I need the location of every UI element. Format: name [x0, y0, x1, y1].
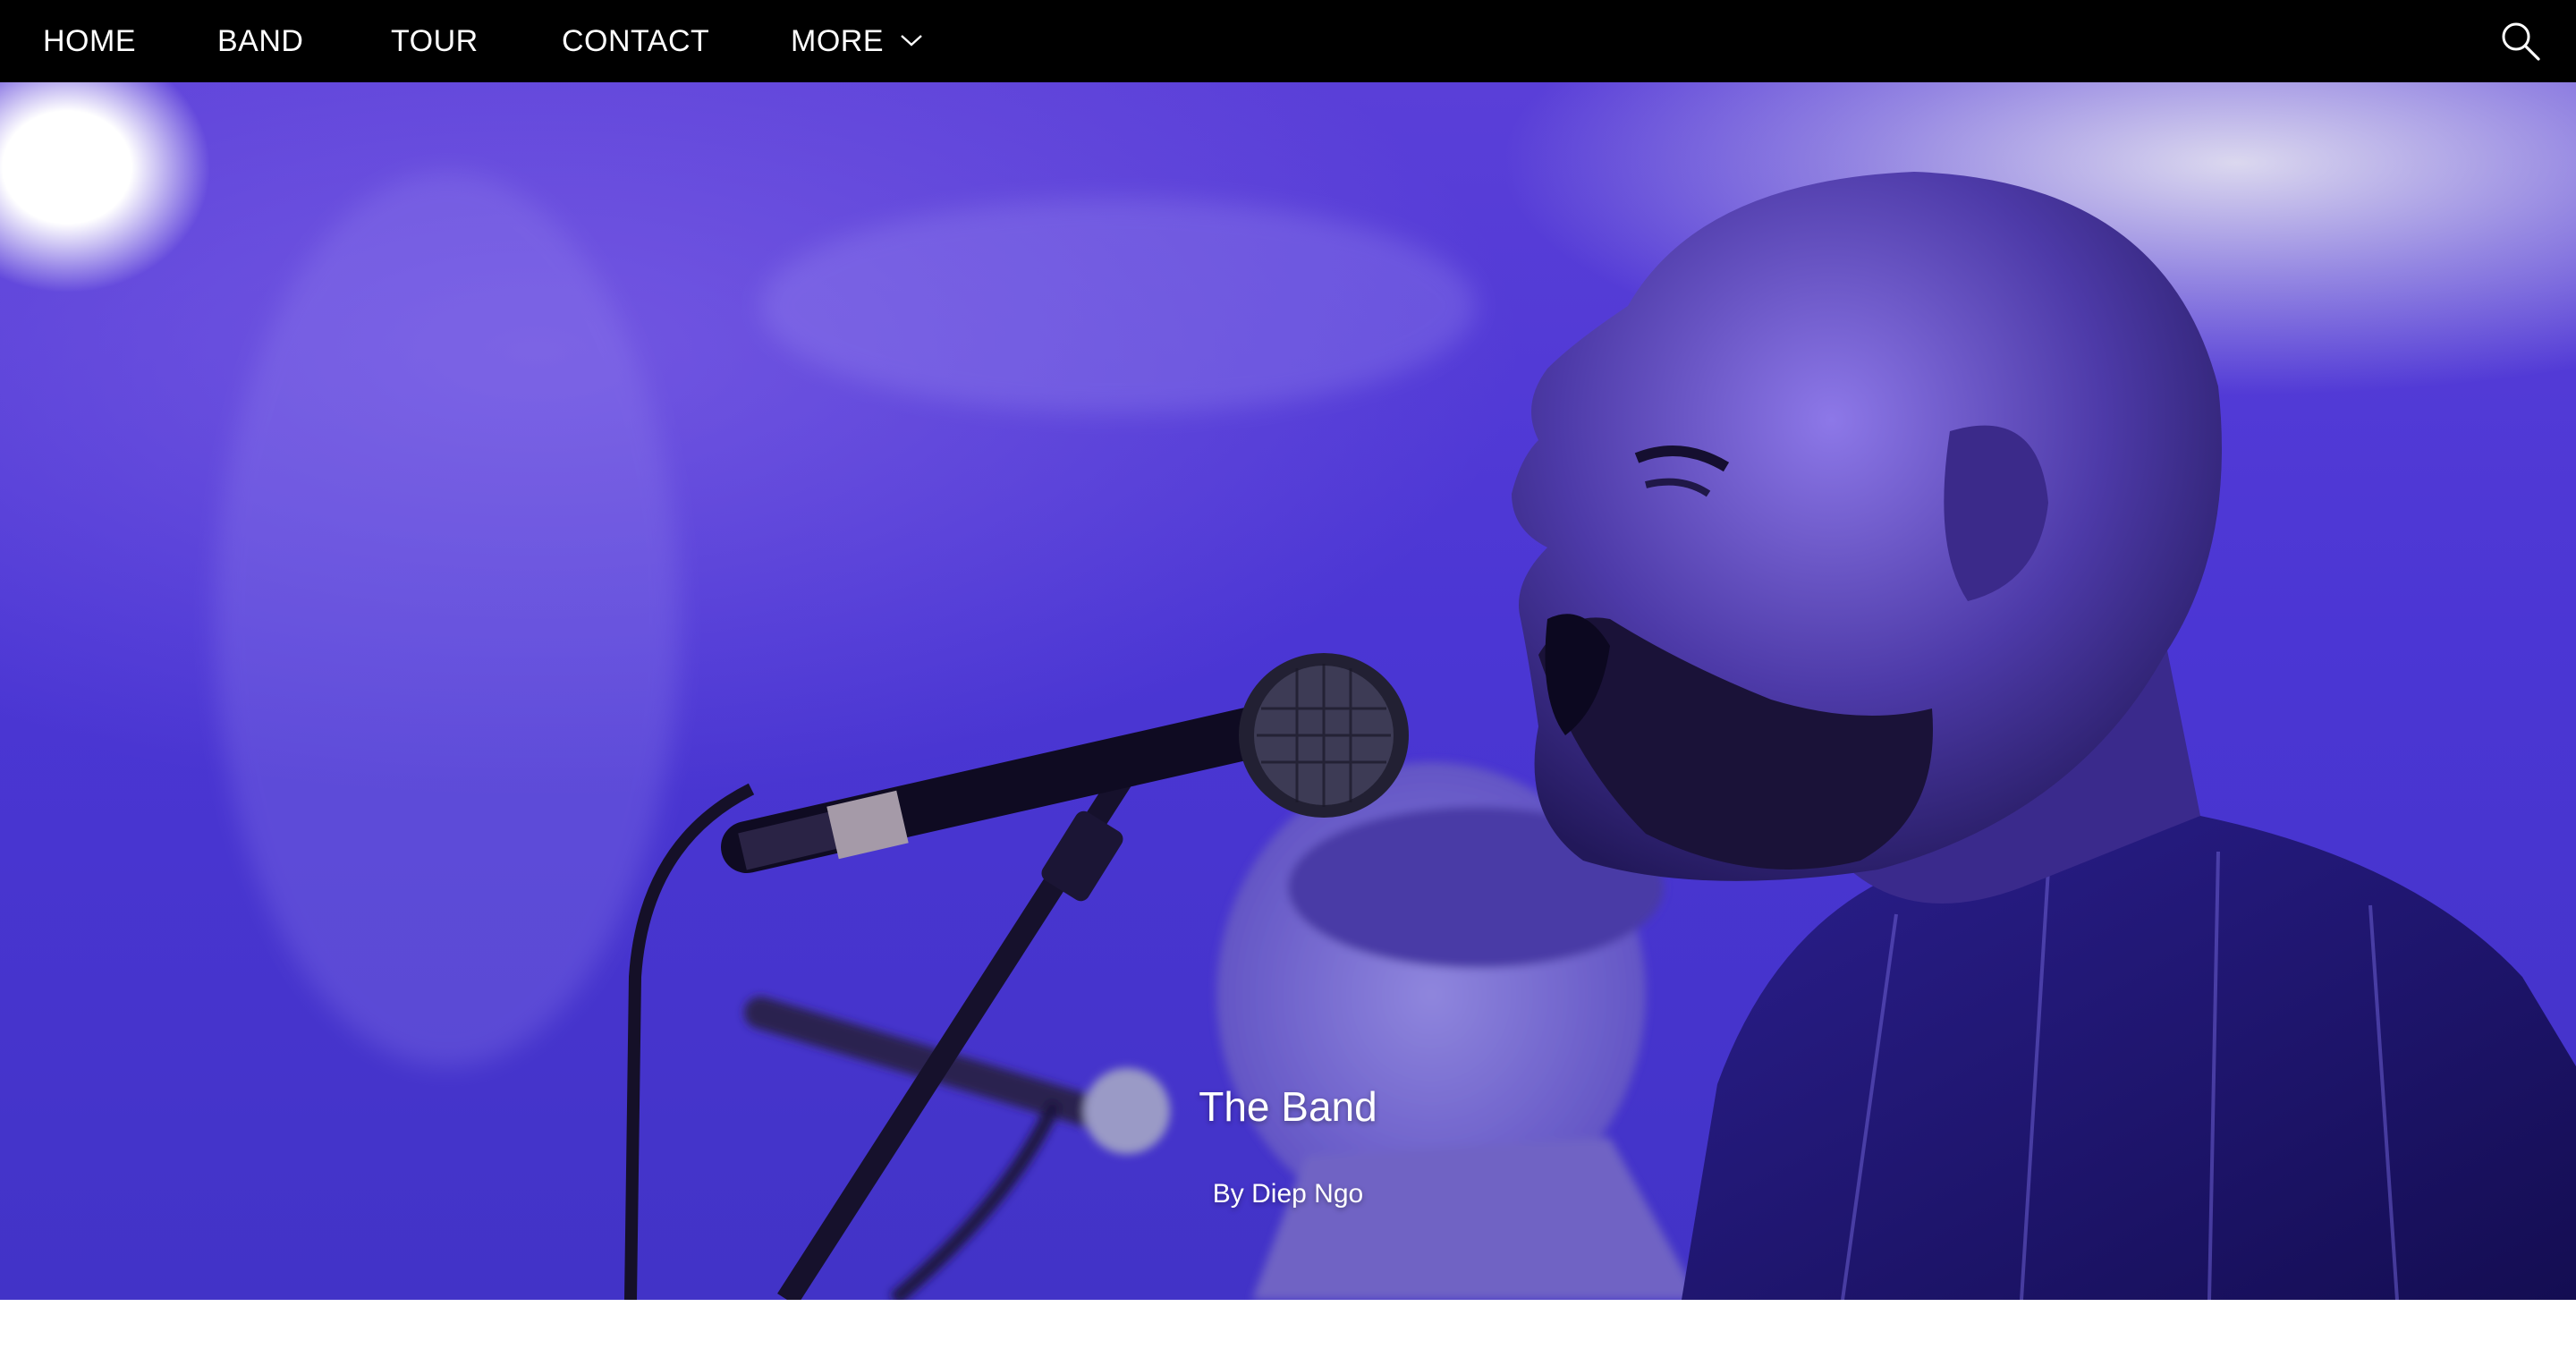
nav-tour[interactable]: TOUR [391, 0, 479, 82]
nav-band[interactable]: BAND [217, 0, 303, 82]
search-button[interactable] [2499, 20, 2542, 63]
nav-more-dropdown[interactable]: MORE [791, 0, 923, 82]
nav-contact[interactable]: CONTACT [562, 0, 709, 82]
nav-more-label: MORE [791, 24, 884, 58]
search-icon [2502, 22, 2540, 61]
hero-byline: By Diep Ngo [1212, 1179, 1364, 1209]
chevron-down-icon [901, 35, 922, 47]
page-content-area [0, 1300, 2576, 1349]
hero-banner: The Band By Diep Ngo [0, 82, 2576, 1300]
hero-title: The Band [1199, 1083, 1377, 1130]
nav-home[interactable]: HOME [43, 0, 136, 82]
top-navbar: HOME BAND TOUR CONTACT MORE [0, 0, 2576, 82]
